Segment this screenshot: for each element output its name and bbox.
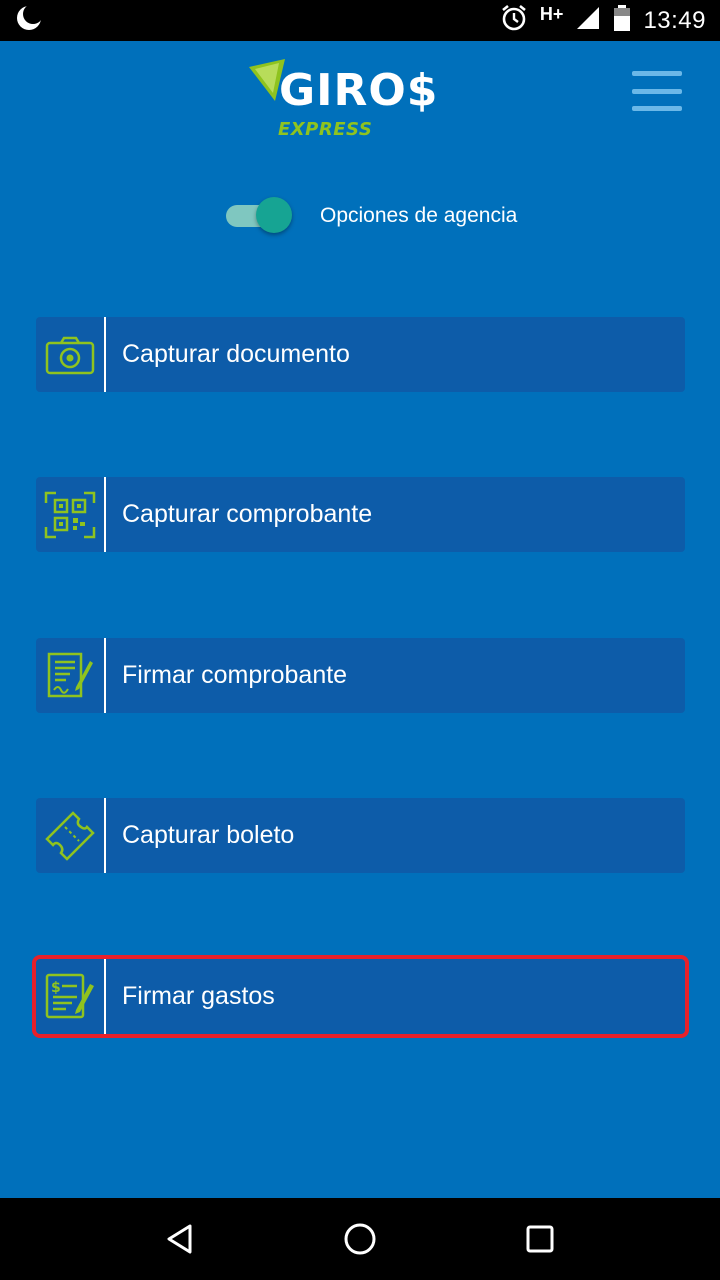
sign-expenses-label: Firmar gastos	[122, 982, 275, 1010]
logo-text: GIRO$	[279, 65, 439, 116]
sign-receipt-label: Firmar comprobante	[122, 661, 348, 689]
ticket-icon	[36, 798, 104, 873]
capture-receipt-label: Capturar comprobante	[122, 500, 373, 528]
capture-document-label: Capturar documento	[122, 340, 350, 368]
signal-icon	[575, 5, 601, 36]
hamburger-menu-icon[interactable]	[632, 71, 682, 111]
sign-receipt-button[interactable]: Firmar comprobante	[36, 638, 685, 713]
network-type: H+	[539, 4, 564, 24]
capture-receipt-button[interactable]: Capturar comprobante	[36, 477, 685, 552]
giros-express-logo: GIRO$ EXPRESS	[245, 59, 455, 149]
moon-icon	[14, 3, 44, 38]
capture-ticket-button[interactable]: Capturar boleto	[36, 798, 685, 873]
home-icon[interactable]	[330, 1209, 390, 1269]
navigation-bar	[0, 1198, 720, 1280]
qr-code-icon	[36, 477, 104, 552]
agency-options-label: Opciones de agencia	[320, 204, 518, 227]
camera-icon	[36, 317, 104, 392]
signed-document-icon	[36, 638, 104, 713]
logo-subtext: EXPRESS	[278, 119, 373, 140]
svg-text:$: $	[51, 980, 61, 996]
status-bar: H+ 13:49	[0, 0, 720, 41]
recents-icon[interactable]	[510, 1209, 570, 1269]
battery-icon	[613, 4, 631, 37]
agency-options-toggle: Opciones de agencia	[224, 196, 524, 236]
capture-ticket-label: Capturar boleto	[122, 821, 295, 849]
app-header: GIRO$ EXPRESS	[0, 41, 720, 151]
capture-document-button[interactable]: Capturar documento	[36, 317, 685, 392]
sign-expenses-button[interactable]: $ Firmar gastos	[32, 955, 689, 1038]
agency-options-switch[interactable]	[224, 196, 292, 236]
signed-expense-icon: $	[36, 959, 104, 1034]
status-time: 13:49	[643, 6, 706, 34]
back-icon[interactable]	[150, 1209, 210, 1269]
alarm-icon	[500, 4, 528, 37]
